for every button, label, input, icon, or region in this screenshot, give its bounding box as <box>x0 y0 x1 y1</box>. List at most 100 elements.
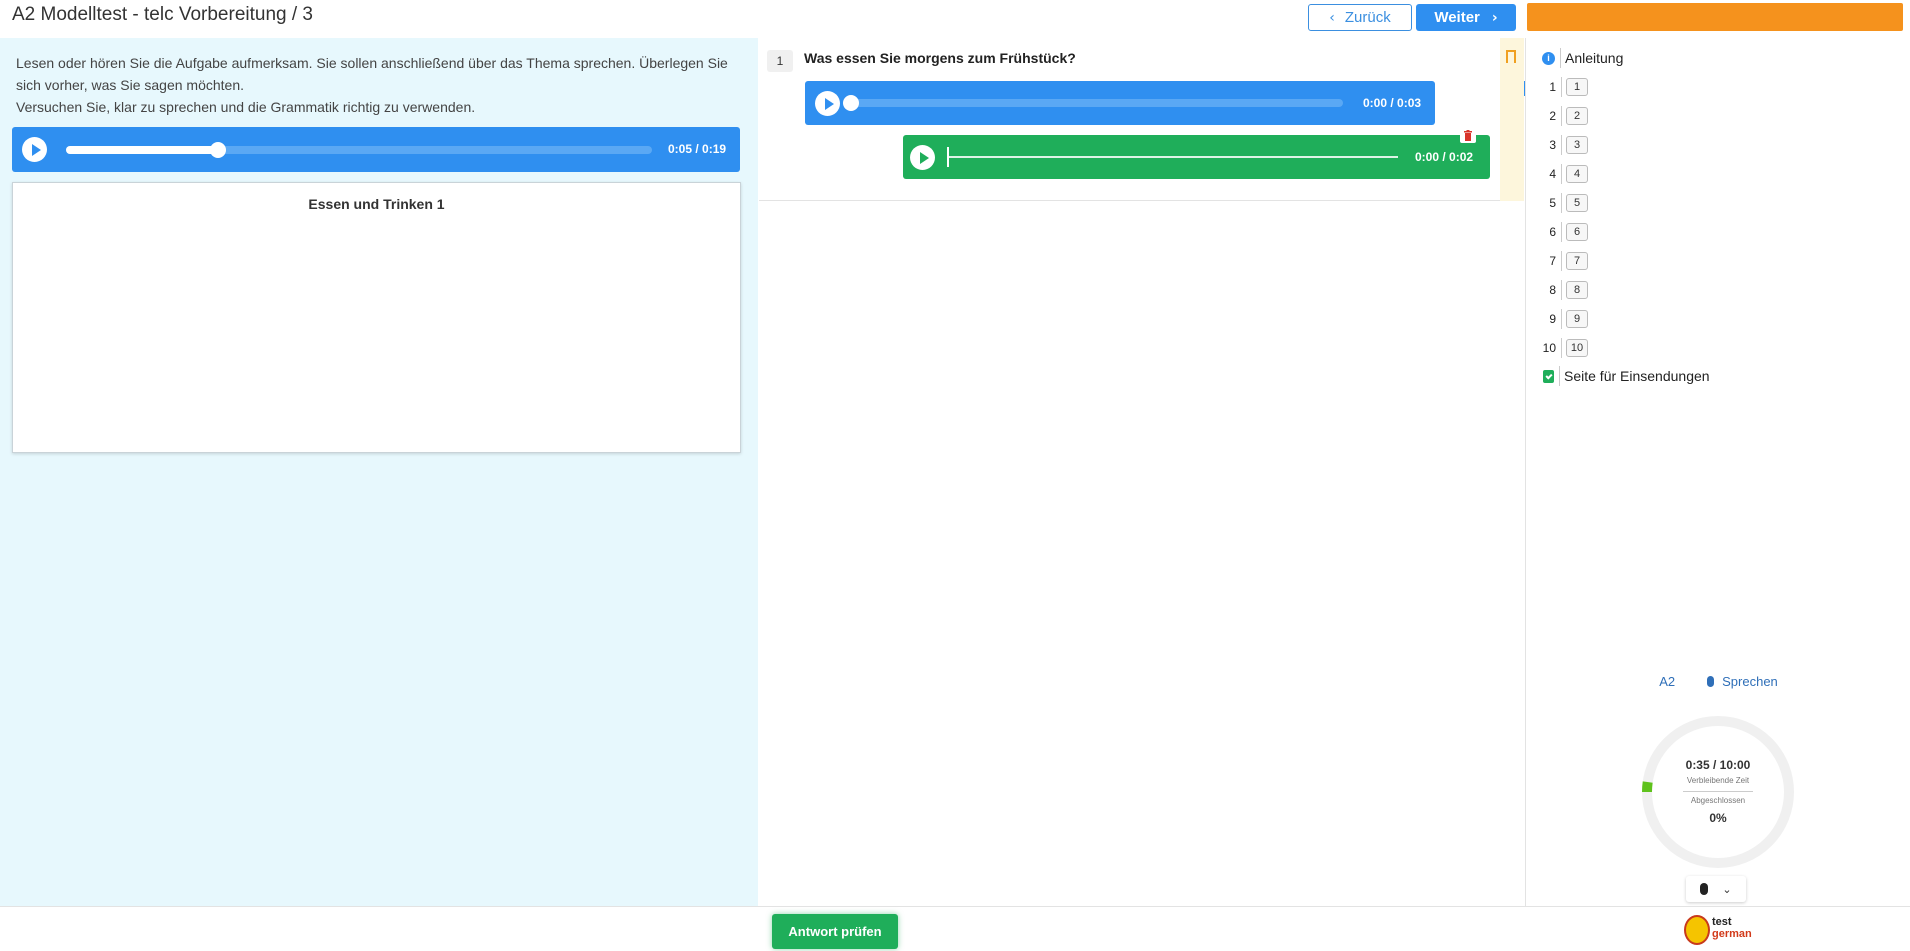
bookmark-icon[interactable] <box>1506 50 1516 63</box>
back-label: Zurück <box>1344 9 1391 26</box>
recording-waveform[interactable] <box>948 156 1398 158</box>
nav-item-box[interactable]: 3 <box>1566 136 1588 154</box>
timer-elapsed: 0:35 / 10:00 <box>1685 758 1751 772</box>
divider <box>1561 77 1562 97</box>
nav-item-box[interactable]: 2 <box>1566 107 1588 125</box>
guide-label: Anleitung <box>1565 50 1624 66</box>
guide-link[interactable]: i Anleitung <box>1538 48 1623 68</box>
nav-item-6[interactable]: 6 6 <box>1538 222 1588 242</box>
chevron-right-icon: › <box>1491 9 1498 26</box>
nav-item-number: 9 <box>1549 312 1556 326</box>
content-card: Essen und Trinken 1 <box>12 182 741 453</box>
audio-time: 0:00 / 0:03 <box>1363 96 1422 110</box>
nav-item-box[interactable]: 8 <box>1566 281 1588 299</box>
divider <box>1561 251 1562 271</box>
back-button[interactable]: ‹ Zurück <box>1308 4 1412 31</box>
progress-banner <box>1527 3 1903 31</box>
nav-item-box[interactable]: 10 <box>1566 339 1588 357</box>
nav-item-3[interactable]: 3 3 <box>1538 135 1588 155</box>
testgerman-logo: test german <box>1684 913 1754 947</box>
nav-item-number: 1 <box>1549 80 1556 94</box>
nav-item-10[interactable]: 10 10 <box>1538 338 1588 358</box>
nav-item-number: 5 <box>1549 196 1556 210</box>
nav-item-1[interactable]: 1 1 <box>1538 77 1588 97</box>
nav-item-box[interactable]: 5 <box>1566 194 1588 212</box>
nav-item-number: 3 <box>1549 138 1556 152</box>
nav-item-box[interactable]: 7 <box>1566 252 1588 270</box>
nav-item-2[interactable]: 2 2 <box>1538 106 1588 126</box>
next-button[interactable]: Weiter › <box>1416 4 1516 31</box>
play-recording-button[interactable] <box>910 145 935 170</box>
logo-line-2: german <box>1712 928 1752 940</box>
audio-seek-bar[interactable] <box>843 95 1343 111</box>
skill-badge: Sprechen <box>1707 674 1778 689</box>
timer-divider <box>1683 791 1753 792</box>
check-answer-button[interactable]: Antwort prüfen <box>772 914 898 949</box>
nav-item-number: 7 <box>1549 254 1556 268</box>
instruction-text-1: Lesen oder hören Sie die Aufgabe aufmerk… <box>16 55 728 93</box>
nav-item-7[interactable]: 7 7 <box>1538 251 1588 271</box>
content-title: Essen und Trinken 1 <box>308 196 445 212</box>
timer-remaining-label: Verbleibende Zeit <box>1686 776 1750 785</box>
question-number: 1 <box>767 50 793 72</box>
nav-item-box[interactable]: 1 <box>1566 78 1588 96</box>
logo-line-1: test <box>1712 916 1732 928</box>
play-button[interactable] <box>815 91 840 116</box>
timer: 0:35 / 10:00 Verbleibende Zeit Abgeschlo… <box>1641 715 1795 869</box>
divider <box>1559 366 1560 386</box>
page-title: A2 Modelltest - telc Vorbereitung / 3 <box>12 4 313 25</box>
info-icon: i <box>1542 51 1555 65</box>
audio-time: 0:05 / 0:19 <box>668 142 727 156</box>
document-check-icon <box>1543 369 1554 383</box>
instruction-text-2: Versuchen Sie, klar zu sprechen und die … <box>16 99 476 115</box>
divider <box>1561 106 1562 126</box>
divider <box>1560 48 1561 68</box>
nav-item-number: 4 <box>1549 167 1556 181</box>
bookmark-strip <box>1500 38 1524 201</box>
task-audio-player: 0:05 / 0:19 <box>12 127 740 172</box>
completed-value: 0% <box>1709 811 1727 825</box>
question-navigator: i Anleitung 1 1 2 2 3 3 4 4 5 5 6 6 7 7 … <box>1525 38 1910 906</box>
nav-item-number: 6 <box>1549 225 1556 239</box>
recording-player: 0:00 / 0:02 <box>903 135 1490 179</box>
skill-label: Sprechen <box>1722 674 1778 689</box>
divider <box>1561 309 1562 329</box>
play-button[interactable] <box>22 137 47 162</box>
microphone-dropdown[interactable]: ⌄ <box>1686 876 1746 902</box>
audio-progress-fill <box>66 146 219 154</box>
logo-face-icon <box>1684 915 1710 945</box>
microphone-icon <box>1707 676 1715 687</box>
microphone-icon <box>1700 883 1709 895</box>
divider <box>1561 280 1562 300</box>
divider <box>1561 338 1562 358</box>
footer: Antwort prüfen test german <box>0 906 1910 951</box>
audio-seek-bar[interactable] <box>66 142 652 158</box>
nav-item-8[interactable]: 8 8 <box>1538 280 1588 300</box>
submission-page-label: Seite für Einsendungen <box>1564 368 1710 384</box>
audio-seek-handle[interactable] <box>210 142 227 158</box>
chevron-left-icon: ‹ <box>1329 9 1335 26</box>
task-panel: Lesen oder hören Sie die Aufgabe aufmerk… <box>0 38 758 906</box>
next-label: Weiter <box>1434 9 1480 26</box>
exam-meta: A2 Sprechen <box>1526 674 1910 689</box>
question-audio-player: 0:00 / 0:03 <box>805 81 1435 125</box>
divider <box>1561 222 1562 242</box>
instructions: Lesen oder hören Sie die Aufgabe aufmerk… <box>16 52 741 118</box>
delete-recording-button[interactable] <box>1460 127 1476 143</box>
audio-seek-handle[interactable] <box>843 95 859 111</box>
submission-page-link[interactable]: Seite für Einsendungen <box>1538 366 1710 386</box>
nav-item-9[interactable]: 9 9 <box>1538 309 1588 329</box>
chevron-down-icon: ⌄ <box>1722 882 1732 896</box>
logo-text: test german <box>1712 916 1752 940</box>
nav-item-4[interactable]: 4 4 <box>1538 164 1588 184</box>
divider <box>1561 135 1562 155</box>
nav-item-number: 2 <box>1549 109 1556 123</box>
recording-time: 0:00 / 0:02 <box>1415 150 1474 164</box>
question-text: Was essen Sie morgens zum Frühstück? <box>804 50 1076 66</box>
nav-item-5[interactable]: 5 5 <box>1538 193 1588 213</box>
nav-item-box[interactable]: 6 <box>1566 223 1588 241</box>
nav-item-box[interactable]: 4 <box>1566 165 1588 183</box>
play-icon <box>919 151 929 164</box>
nav-item-box[interactable]: 9 <box>1566 310 1588 328</box>
top-bar: A2 Modelltest - telc Vorbereitung / 3 ‹ … <box>0 0 1910 38</box>
